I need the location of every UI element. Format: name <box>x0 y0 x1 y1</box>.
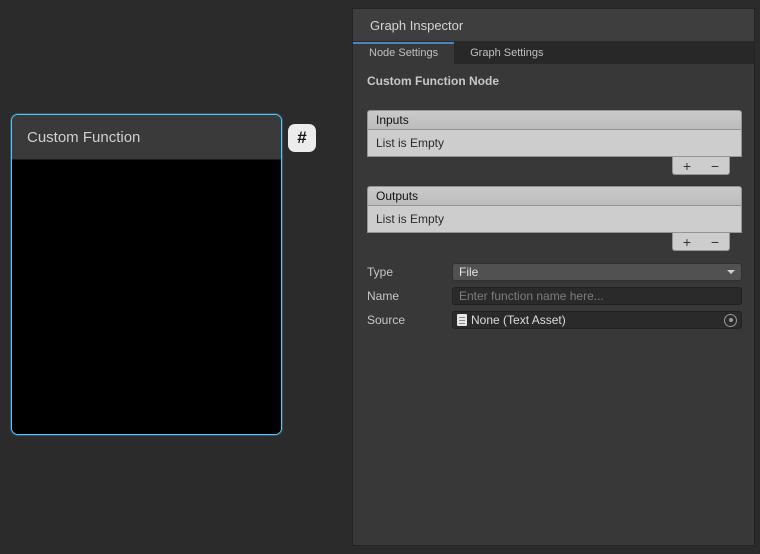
name-row: Name <box>367 287 742 305</box>
inspector-title: Graph Inspector <box>370 18 463 33</box>
hash-icon: # <box>297 128 306 148</box>
source-label: Source <box>367 313 452 327</box>
plus-icon: + <box>683 158 691 174</box>
inputs-list-footer: + − <box>367 157 742 175</box>
source-row: Source None (Text Asset) <box>367 311 742 329</box>
chevron-down-icon <box>727 270 735 274</box>
name-label: Name <box>367 289 452 303</box>
inputs-list-header-label: Inputs <box>376 113 409 127</box>
outputs-list-footer: + − <box>367 233 742 251</box>
function-name-input[interactable] <box>452 287 742 305</box>
section-heading: Custom Function Node <box>367 74 742 90</box>
node-header[interactable]: Custom Function <box>12 115 281 160</box>
outputs-list-header-label: Outputs <box>376 189 418 203</box>
source-object-value: None (Text Asset) <box>467 313 724 327</box>
inputs-list-empty-label: List is Empty <box>376 136 444 150</box>
graph-inspector-panel: Graph Inspector Node Settings Graph Sett… <box>352 8 755 546</box>
inspector-tabbar: Node Settings Graph Settings <box>353 42 754 64</box>
outputs-remove-button[interactable]: − <box>703 234 727 250</box>
object-picker-icon[interactable] <box>724 314 737 327</box>
tab-node-settings[interactable]: Node Settings <box>353 42 454 64</box>
outputs-list-footer-buttons: + − <box>672 233 730 251</box>
graph-canvas[interactable]: Custom Function # <box>0 0 352 554</box>
tab-graph-settings-label: Graph Settings <box>470 47 543 59</box>
inputs-remove-button[interactable]: − <box>703 158 727 174</box>
custom-function-node[interactable]: Custom Function <box>11 114 282 435</box>
outputs-list-header: Outputs <box>367 186 742 206</box>
inputs-add-button[interactable]: + <box>675 158 699 174</box>
outputs-list-body: List is Empty <box>367 206 742 233</box>
node-settings-fields: Type File Name Source <box>367 263 742 329</box>
outputs-list-empty-label: List is Empty <box>376 212 444 226</box>
text-asset-icon <box>457 314 467 326</box>
node-title: Custom Function <box>27 129 140 146</box>
minus-icon: − <box>711 158 719 174</box>
tab-graph-settings[interactable]: Graph Settings <box>454 42 559 64</box>
inputs-list: Inputs List is Empty + − <box>367 110 742 175</box>
type-label: Type <box>367 265 452 279</box>
source-object-field[interactable]: None (Text Asset) <box>452 311 742 329</box>
outputs-add-button[interactable]: + <box>675 234 699 250</box>
inputs-list-footer-buttons: + − <box>672 157 730 175</box>
hash-badge[interactable]: # <box>288 124 316 152</box>
inspector-header: Graph Inspector <box>353 9 754 42</box>
inputs-list-body: List is Empty <box>367 130 742 157</box>
type-dropdown[interactable]: File <box>452 263 742 281</box>
outputs-list: Outputs List is Empty + − <box>367 186 742 251</box>
minus-icon: − <box>711 234 719 250</box>
inputs-list-header: Inputs <box>367 110 742 130</box>
type-dropdown-value: File <box>459 265 727 279</box>
type-row: Type File <box>367 263 742 281</box>
tab-node-settings-label: Node Settings <box>369 47 438 59</box>
plus-icon: + <box>683 234 691 250</box>
node-body <box>12 160 281 435</box>
inspector-body: Custom Function Node Inputs List is Empt… <box>353 64 754 545</box>
